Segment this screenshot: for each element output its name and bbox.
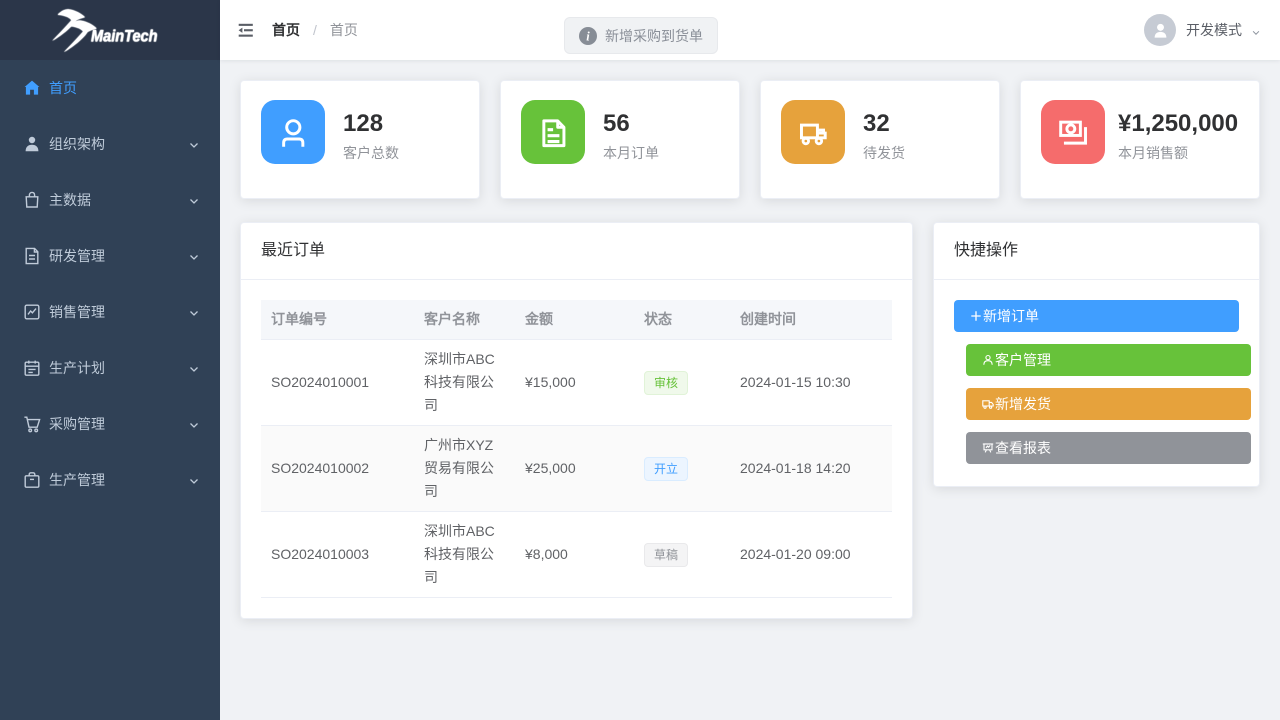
svg-text:MainTech: MainTech [91,27,158,46]
svg-text:i: i [586,29,590,43]
